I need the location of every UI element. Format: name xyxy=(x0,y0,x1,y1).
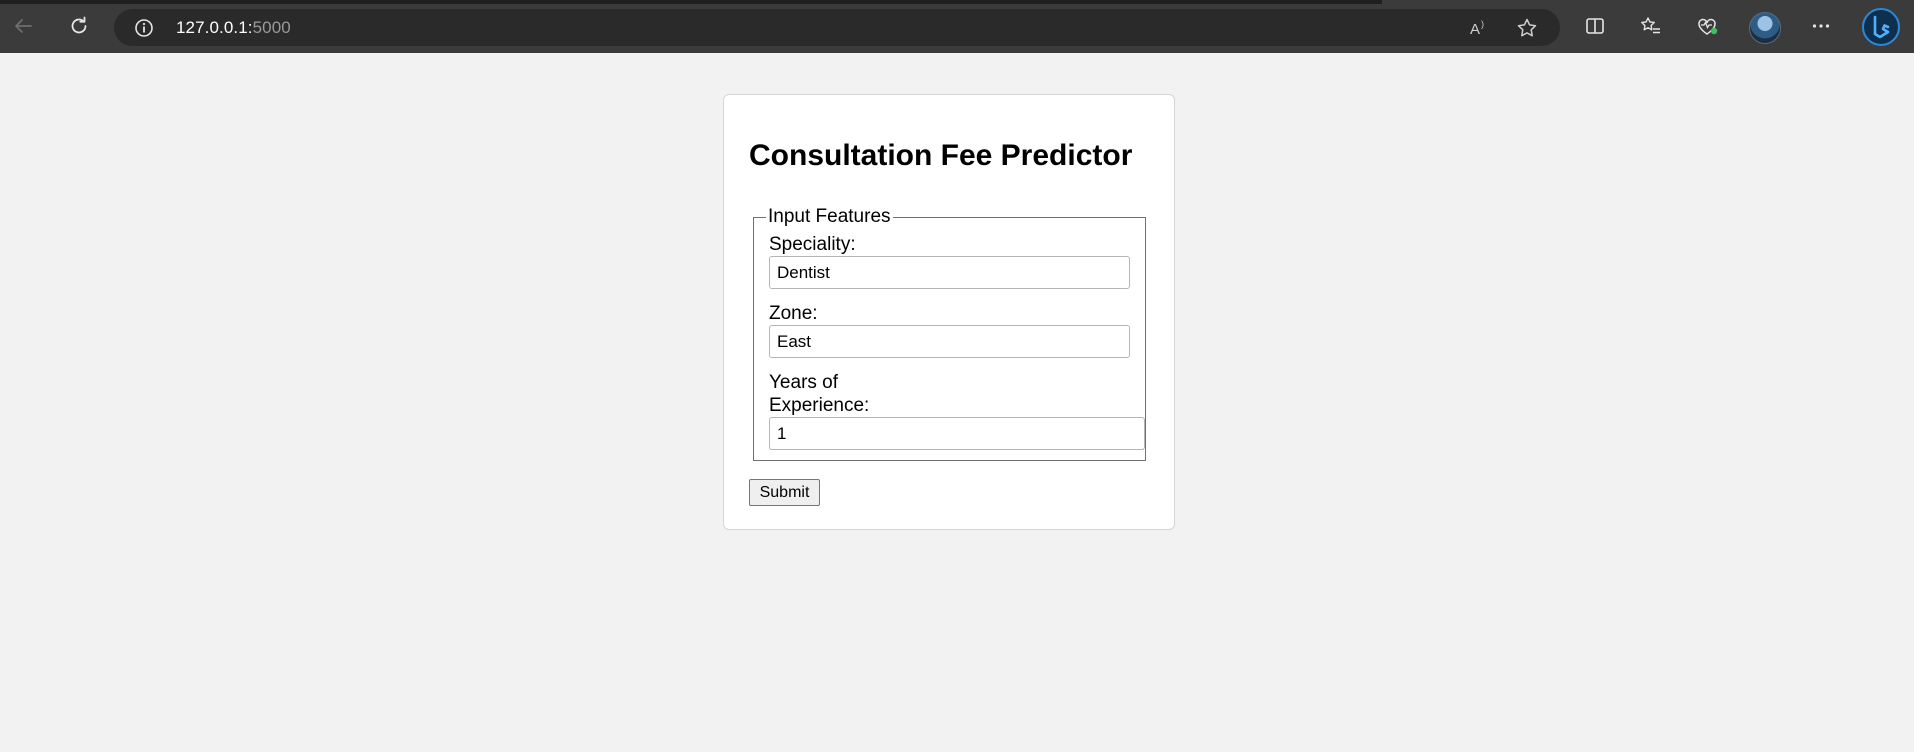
back-arrow-icon xyxy=(15,19,32,33)
page-title: Consultation Fee Predictor xyxy=(749,139,1133,172)
svg-text:): ) xyxy=(1481,19,1484,29)
browser-toolbar: 127.0.0.1:5000 A ) xyxy=(0,0,1914,53)
experience-label-line1: Years of xyxy=(769,372,839,393)
site-info-icon[interactable] xyxy=(134,18,154,43)
zone-label: Zone: xyxy=(769,303,818,324)
experience-input[interactable] xyxy=(769,417,1145,450)
fieldset-legend: Input Features xyxy=(768,206,891,227)
submit-button[interactable]: Submit xyxy=(749,479,820,506)
speciality-input[interactable] xyxy=(769,256,1130,289)
refresh-icon xyxy=(71,16,87,34)
zone-input[interactable] xyxy=(769,325,1130,358)
bing-copilot-icon[interactable] xyxy=(1862,8,1900,46)
favorites-icon[interactable] xyxy=(1636,11,1666,41)
predictor-card: Consultation Fee Predictor Input Feature… xyxy=(723,94,1175,530)
url-text[interactable]: 127.0.0.1:5000 xyxy=(176,18,291,38)
speciality-label: Speciality: xyxy=(769,234,856,255)
svg-text:A: A xyxy=(1470,21,1480,38)
tab-strip xyxy=(0,0,1382,4)
profile-avatar[interactable] xyxy=(1749,12,1781,44)
address-bar[interactable]: 127.0.0.1:5000 A ) xyxy=(114,9,1560,46)
back-button[interactable] xyxy=(8,11,38,41)
favorite-star-icon[interactable] xyxy=(1516,17,1538,44)
url-host: 127.0.0.1: xyxy=(176,18,253,37)
split-screen-icon[interactable] xyxy=(1580,11,1610,41)
browser-essentials-icon[interactable] xyxy=(1692,11,1722,41)
more-options-icon[interactable] xyxy=(1806,11,1836,41)
read-aloud-icon[interactable]: A ) xyxy=(1468,17,1490,44)
refresh-button[interactable] xyxy=(64,11,94,41)
experience-label-line2: Experience: xyxy=(769,395,870,416)
url-port: 5000 xyxy=(252,18,291,37)
